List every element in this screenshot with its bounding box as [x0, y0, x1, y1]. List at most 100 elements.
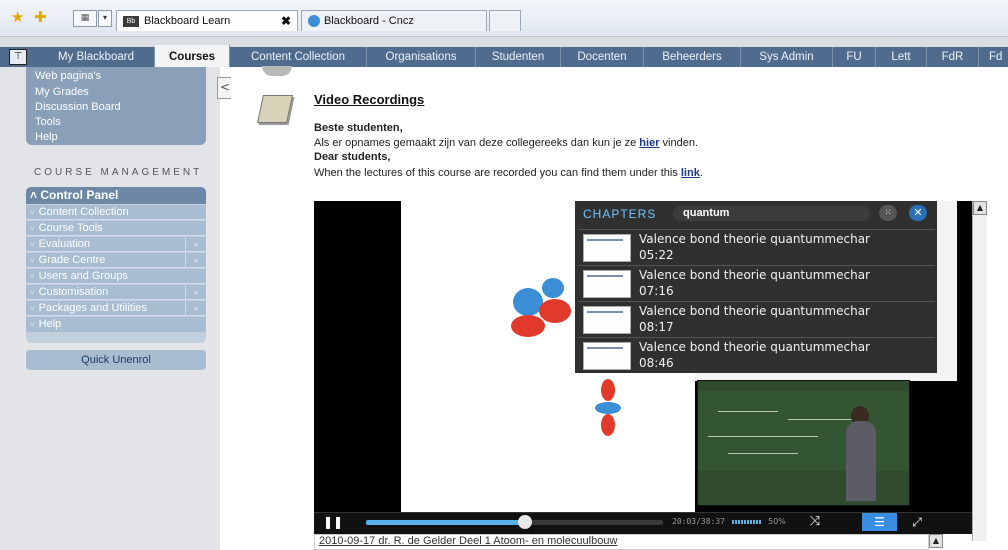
control-panel-header[interactable]: ˄ Control Panel [26, 187, 206, 204]
seek-handle[interactable] [518, 515, 532, 529]
chevron-down-icon: ˅ [30, 256, 35, 265]
menu-link-tools[interactable]: Tools [35, 116, 61, 128]
tab-studenten[interactable]: Studenten [476, 47, 561, 67]
scroll-up-icon[interactable]: ▲ [973, 201, 987, 215]
orbital-lobe [601, 379, 615, 401]
tab-fd[interactable]: Fd [979, 47, 1008, 67]
home-icon[interactable]: ⊤ [9, 49, 27, 65]
seek-progress [366, 520, 526, 525]
tab-fdr[interactable]: FdR [927, 47, 979, 67]
chapter-item[interactable]: Valence bond theorie quantummechar 07:16 [578, 265, 935, 300]
cp-item-evaluation[interactable]: ˅ Evaluation » [26, 237, 206, 252]
chevron-down-icon: ˅ [30, 304, 35, 313]
hier-link[interactable]: hier [639, 137, 659, 149]
cp-item-label: Customisation [38, 286, 109, 298]
close-tab-icon[interactable]: ✖ [281, 11, 291, 31]
chapter-name: Valence bond theorie quantummechar [639, 268, 870, 282]
chapter-thumbnail [583, 306, 631, 334]
tab-content-collection[interactable]: Content Collection [230, 47, 367, 67]
chevron-down-icon: ˅ [30, 320, 35, 329]
menu-link-discussion-board[interactable]: Discussion Board [35, 101, 121, 113]
chapter-time: 08:17 [639, 320, 674, 334]
control-panel: ˄ Control Panel ˅ Content Collection ˅ Cou… [26, 187, 206, 343]
orbital-lobe [542, 278, 564, 298]
cp-item-content-collection[interactable]: ˅ Content Collection [26, 205, 206, 220]
paragraph-text: When the lectures of this course are rec… [314, 167, 681, 179]
video-item-icon [257, 95, 293, 123]
submenu-arrow-icon[interactable]: » [185, 285, 206, 300]
cp-item-label: Packages and Utilities [38, 302, 147, 314]
cp-item-label: Users and Groups [38, 270, 128, 282]
tab-fu[interactable]: FU [833, 47, 876, 67]
chapter-item[interactable]: Valence bond theorie quantummechar 08:46 [578, 337, 935, 372]
menu-link-help[interactable]: Help [35, 131, 58, 143]
quick-tabs-icon[interactable]: ▦ [73, 10, 97, 27]
grid-view-icon[interactable]: ⁙ [879, 205, 897, 221]
cp-item-customisation[interactable]: ˅ Customisation » [26, 285, 206, 300]
cp-item-users-and-groups[interactable]: ˅ Users and Groups [26, 269, 206, 284]
chevron-down-icon: ˅ [30, 272, 35, 281]
chapter-time: 07:16 [639, 284, 674, 298]
chapters-list-icon[interactable]: ☰ [862, 513, 897, 531]
cp-item-packages-and-utilities[interactable]: ˅ Packages and Utilities » [26, 301, 206, 316]
chapter-thumbnail [583, 270, 631, 298]
course-management-heading: COURSE MANAGEMENT [34, 167, 203, 178]
chevron-down-icon: ˅ [30, 208, 35, 217]
cp-item-course-tools[interactable]: ˅ Course Tools [26, 221, 206, 236]
chevron-down-icon: ˅ [30, 240, 35, 249]
submenu-arrow-icon[interactable]: » [185, 237, 206, 252]
cp-item-label: Help [38, 318, 62, 330]
cp-item-label: Course Tools [38, 222, 103, 234]
browser-tab-label: Blackboard Learn [144, 15, 231, 27]
fullscreen-icon[interactable]: ⤢ [906, 514, 928, 530]
quick-unenrol-button[interactable]: Quick Unenrol [26, 350, 206, 370]
greeting-english: Dear students, [314, 151, 391, 163]
tab-my-blackboard[interactable]: My Blackboard [38, 47, 155, 67]
cp-item-grade-centre[interactable]: ˅ Grade Centre » [26, 253, 206, 268]
chapter-thumbnail [583, 234, 631, 262]
orbital-lobe [511, 315, 545, 337]
chapter-item[interactable]: Valence bond theorie quantummechar 08:17 [578, 301, 935, 336]
chapters-search-input[interactable]: quantum [673, 206, 870, 221]
chevron-down-icon[interactable]: ▾ [98, 10, 112, 27]
browser-tab-label: Blackboard - Cncz [324, 15, 414, 27]
tab-docenten[interactable]: Docenten [561, 47, 644, 67]
orbital-lobe [595, 402, 621, 414]
cp-item-help[interactable]: ˅ Help [26, 317, 206, 332]
lectures-link[interactable]: link [681, 167, 700, 179]
menu-link-web-paginas[interactable]: Web pagina's [35, 70, 101, 82]
page-scrollbar[interactable] [972, 201, 987, 541]
cp-item-label: Evaluation [38, 238, 91, 250]
favorites-star-icon[interactable]: ★ [11, 9, 24, 25]
tab-courses[interactable]: Courses [155, 45, 230, 67]
tab-beheerders[interactable]: Beheerders [644, 47, 741, 67]
chapters-title: CHAPTERS [583, 207, 657, 221]
chevron-down-icon: ˅ [30, 288, 35, 297]
paragraph-english: When the lectures of this course are rec… [314, 167, 703, 179]
volume-slider[interactable] [732, 520, 762, 524]
chapter-name: Valence bond theorie quantummechar [639, 304, 870, 318]
tab-lett[interactable]: Lett [876, 47, 927, 67]
paragraph-dutch: Als er opnames gemaakt zijn van deze col… [314, 137, 698, 149]
chevron-up-icon: ˄ [30, 188, 41, 202]
playback-speed-icon[interactable]: ⤨ [805, 514, 825, 530]
recording-list-item[interactable]: 2010-09-17 dr. R. de Gelder Deel 1 Atoom… [314, 534, 929, 550]
add-favorites-icon[interactable]: ✚ [34, 9, 47, 25]
control-panel-title: Control Panel [40, 188, 119, 202]
pause-icon[interactable]: ❚❚ [323, 515, 343, 529]
browser-tab-blackboard-learn[interactable]: Bb Blackboard Learn ✖ [116, 10, 298, 31]
browser-tab-blackboard-cncz[interactable]: Blackboard - Cncz [301, 10, 487, 31]
submenu-arrow-icon[interactable]: » [185, 253, 206, 268]
menu-link-my-grades[interactable]: My Grades [35, 86, 89, 98]
chapter-time: 05:22 [639, 248, 674, 262]
speaker-video[interactable] [697, 380, 910, 506]
scroll-up-icon[interactable]: ▲ [929, 534, 943, 548]
tab-organisations[interactable]: Organisations [367, 47, 476, 67]
close-icon[interactable]: ✕ [909, 205, 927, 221]
tab-sys-admin[interactable]: Sys Admin [741, 47, 833, 67]
chapter-thumbnail [583, 342, 631, 370]
submenu-arrow-icon[interactable]: » [185, 301, 206, 316]
new-tab-button[interactable] [489, 10, 521, 31]
content-item-title[interactable]: Video Recordings [314, 92, 424, 107]
chapter-item[interactable]: Valence bond theorie quantummechar 05:22 [578, 229, 935, 264]
